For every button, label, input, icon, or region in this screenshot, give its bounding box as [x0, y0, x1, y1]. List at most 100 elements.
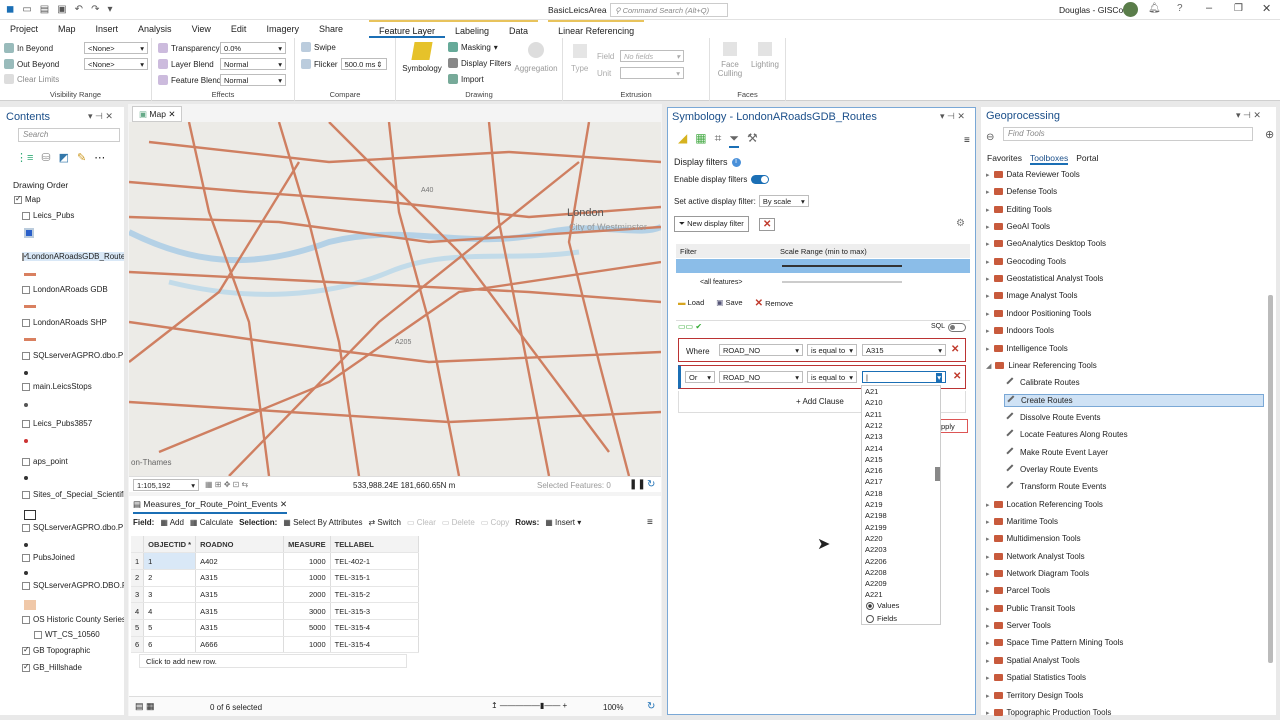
chevron-right-icon[interactable]: ▸ — [986, 327, 990, 335]
table-cell[interactable]: 1000 — [283, 636, 331, 654]
row-number[interactable]: 5 — [131, 619, 145, 637]
dropdown-option[interactable]: A212 — [865, 421, 883, 430]
dropdown-option[interactable]: A211 — [865, 410, 882, 419]
map-canvas[interactable]: London City of Westminster on-Thames A40… — [129, 122, 661, 476]
command-search[interactable]: ⚲ Command Search (Alt+Q) — [610, 3, 728, 17]
verify-icon[interactable]: ▭▭ ✔ — [678, 322, 702, 331]
layer-item[interactable]: LondonARoads GDB — [22, 285, 108, 294]
col-roadno[interactable]: ROADNO — [195, 536, 285, 554]
table-row[interactable]: 2 2 A315 1000 TEL-315-1 — [131, 569, 419, 587]
filter-row-all[interactable]: <all features> — [676, 276, 906, 289]
chevron-right-icon[interactable]: ▸ — [986, 657, 990, 665]
table-cell[interactable]: 1000 — [283, 569, 331, 587]
remove-clause-icon[interactable]: ✕ — [951, 344, 959, 355]
toolbox-item[interactable]: ▸ Location Referencing Tools — [986, 500, 1103, 509]
table-cell[interactable]: TEL-315-4 — [330, 619, 419, 637]
toolbox-item[interactable]: ▸ Maritime Tools — [986, 517, 1058, 526]
dropdown-option[interactable]: A219 — [865, 500, 883, 509]
col-objectid[interactable]: OBJECTID * — [143, 536, 197, 554]
save-icon[interactable]: ▣ — [57, 4, 66, 15]
dropdown-scrollbar[interactable] — [935, 467, 940, 481]
toolbox-item[interactable]: ▸ Public Transit Tools — [986, 604, 1075, 613]
avatar[interactable] — [1123, 2, 1138, 17]
layer-item[interactable]: WT_CS_10560 — [34, 630, 100, 639]
minimize-button[interactable]: – — [1206, 2, 1212, 14]
toolbox-item[interactable]: ▸ Image Analyst Tools — [986, 291, 1078, 300]
insert-button[interactable]: ▦ Insert ▾ — [545, 518, 581, 527]
chevron-right-icon[interactable]: ▸ — [986, 622, 990, 630]
tab-labeling[interactable]: Labeling — [445, 20, 500, 38]
tab-analysis[interactable]: Analysis — [128, 20, 182, 38]
table-cell[interactable]: 1000 — [283, 552, 331, 570]
lighting-button[interactable]: Lighting — [748, 42, 782, 69]
apply-button[interactable]: pply — [938, 419, 968, 433]
menu-icon[interactable]: ≡ — [964, 135, 970, 146]
toolbox-item[interactable]: ▸ Network Diagram Tools — [986, 569, 1089, 578]
chevron-right-icon[interactable]: ▸ — [986, 292, 990, 300]
fields-radio[interactable]: Fields — [866, 614, 897, 623]
layer-checkbox[interactable] — [22, 351, 30, 360]
dropdown-option[interactable]: A218 — [865, 489, 883, 498]
tab-data[interactable]: Data — [499, 20, 539, 38]
chevron-right-icon[interactable]: ▸ — [986, 674, 990, 682]
values-radio[interactable]: Values — [866, 601, 899, 610]
table-cell[interactable]: 2 — [143, 569, 197, 587]
layer-item[interactable]: LondonARoads SHP — [22, 318, 107, 327]
scrollbar[interactable] — [1268, 295, 1273, 663]
user-name[interactable]: Douglas - GISCo — [1059, 5, 1123, 15]
chevron-right-icon[interactable]: ▸ — [986, 518, 990, 526]
swipe-button[interactable]: Swipe — [301, 42, 336, 52]
tab-feature-layer[interactable]: Feature Layer — [368, 20, 446, 38]
layer-checkbox[interactable] — [22, 662, 30, 672]
masking-button[interactable]: Masking ▾ — [448, 42, 498, 52]
load-button[interactable]: ▬ Load — [678, 298, 704, 309]
clause-operator-select[interactable]: is equal to ▾ — [807, 344, 857, 356]
toolbox-item[interactable]: ▸ Spatial Statistics Tools — [986, 673, 1086, 682]
dropdown-option[interactable]: A220 — [865, 534, 883, 543]
chevron-right-icon[interactable]: ▸ — [986, 692, 990, 700]
layer-item[interactable]: GB_Hillshade — [22, 662, 82, 672]
toolbox-item[interactable]: ▸ Server Tools — [986, 621, 1051, 630]
layer-checkbox[interactable] — [22, 419, 30, 428]
chevron-right-icon[interactable]: ▸ — [986, 587, 990, 595]
layer-item[interactable]: main.LeicsStops — [22, 382, 92, 391]
layer-item[interactable]: SQLserverAGPRO.dbo.P — [22, 523, 123, 532]
sql-toggle[interactable] — [948, 323, 967, 332]
table-menu-icon[interactable]: ≡ — [647, 517, 653, 528]
toolbox-item[interactable]: ▸ Parcel Tools — [986, 586, 1050, 595]
aggregation-button[interactable]: Aggregation — [514, 42, 558, 73]
toolbox-item[interactable]: ▸ Spatial Analyst Tools — [986, 656, 1080, 665]
tool-item[interactable]: Dissolve Route Events — [1006, 411, 1100, 424]
col-tellabel[interactable]: TELLABEL — [330, 536, 419, 554]
layer-checkbox[interactable] — [22, 581, 30, 590]
chevron-right-icon[interactable]: ▸ — [986, 570, 990, 578]
table-cell[interactable]: A315 — [195, 619, 285, 637]
tool-item[interactable]: Create Routes — [1004, 394, 1264, 407]
type-button[interactable]: Type — [571, 44, 588, 73]
clause-field-select[interactable]: ROAD_NO ▾ — [719, 371, 803, 383]
table-cell[interactable]: TEL-402-1 — [330, 552, 419, 570]
table-cell[interactable]: A315 — [195, 602, 285, 620]
close-button[interactable]: ✕ — [1262, 2, 1271, 15]
layer-item[interactable]: Sites_of_Special_Scientific — [22, 490, 124, 499]
table-view-icons[interactable]: ▤ ▦ — [135, 701, 155, 712]
tab-map[interactable]: Map — [48, 20, 86, 38]
contents-search-input[interactable]: Search — [18, 128, 120, 142]
chevron-right-icon[interactable]: ▸ — [986, 345, 990, 353]
undo-icon[interactable]: ↶ — [75, 4, 83, 15]
layer-item[interactable]: SQLserverAGPRO.dbo.P — [22, 351, 123, 360]
chevron-right-icon[interactable]: ▸ — [986, 258, 990, 266]
layer-checkbox[interactable] — [22, 490, 30, 499]
chevron-right-icon[interactable]: ▸ — [986, 310, 990, 318]
customize-icon[interactable]: ▾ — [107, 4, 112, 15]
chevron-right-icon[interactable]: ▸ — [986, 171, 990, 179]
layer-checkbox[interactable] — [22, 285, 30, 294]
layer-checkbox[interactable] — [14, 194, 22, 204]
dropdown-option[interactable]: A2209 — [865, 579, 887, 588]
toolbox-item[interactable]: ▸ Network Analyst Tools — [986, 552, 1085, 561]
dropdown-option[interactable]: A216 — [865, 466, 883, 475]
table-cell[interactable]: 1 — [143, 552, 197, 570]
tab-insert[interactable]: Insert — [86, 20, 129, 38]
tool-item[interactable]: Overlay Route Events — [1006, 463, 1098, 476]
table-row[interactable]: 1 1 A402 1000 TEL-402-1 — [131, 552, 419, 570]
